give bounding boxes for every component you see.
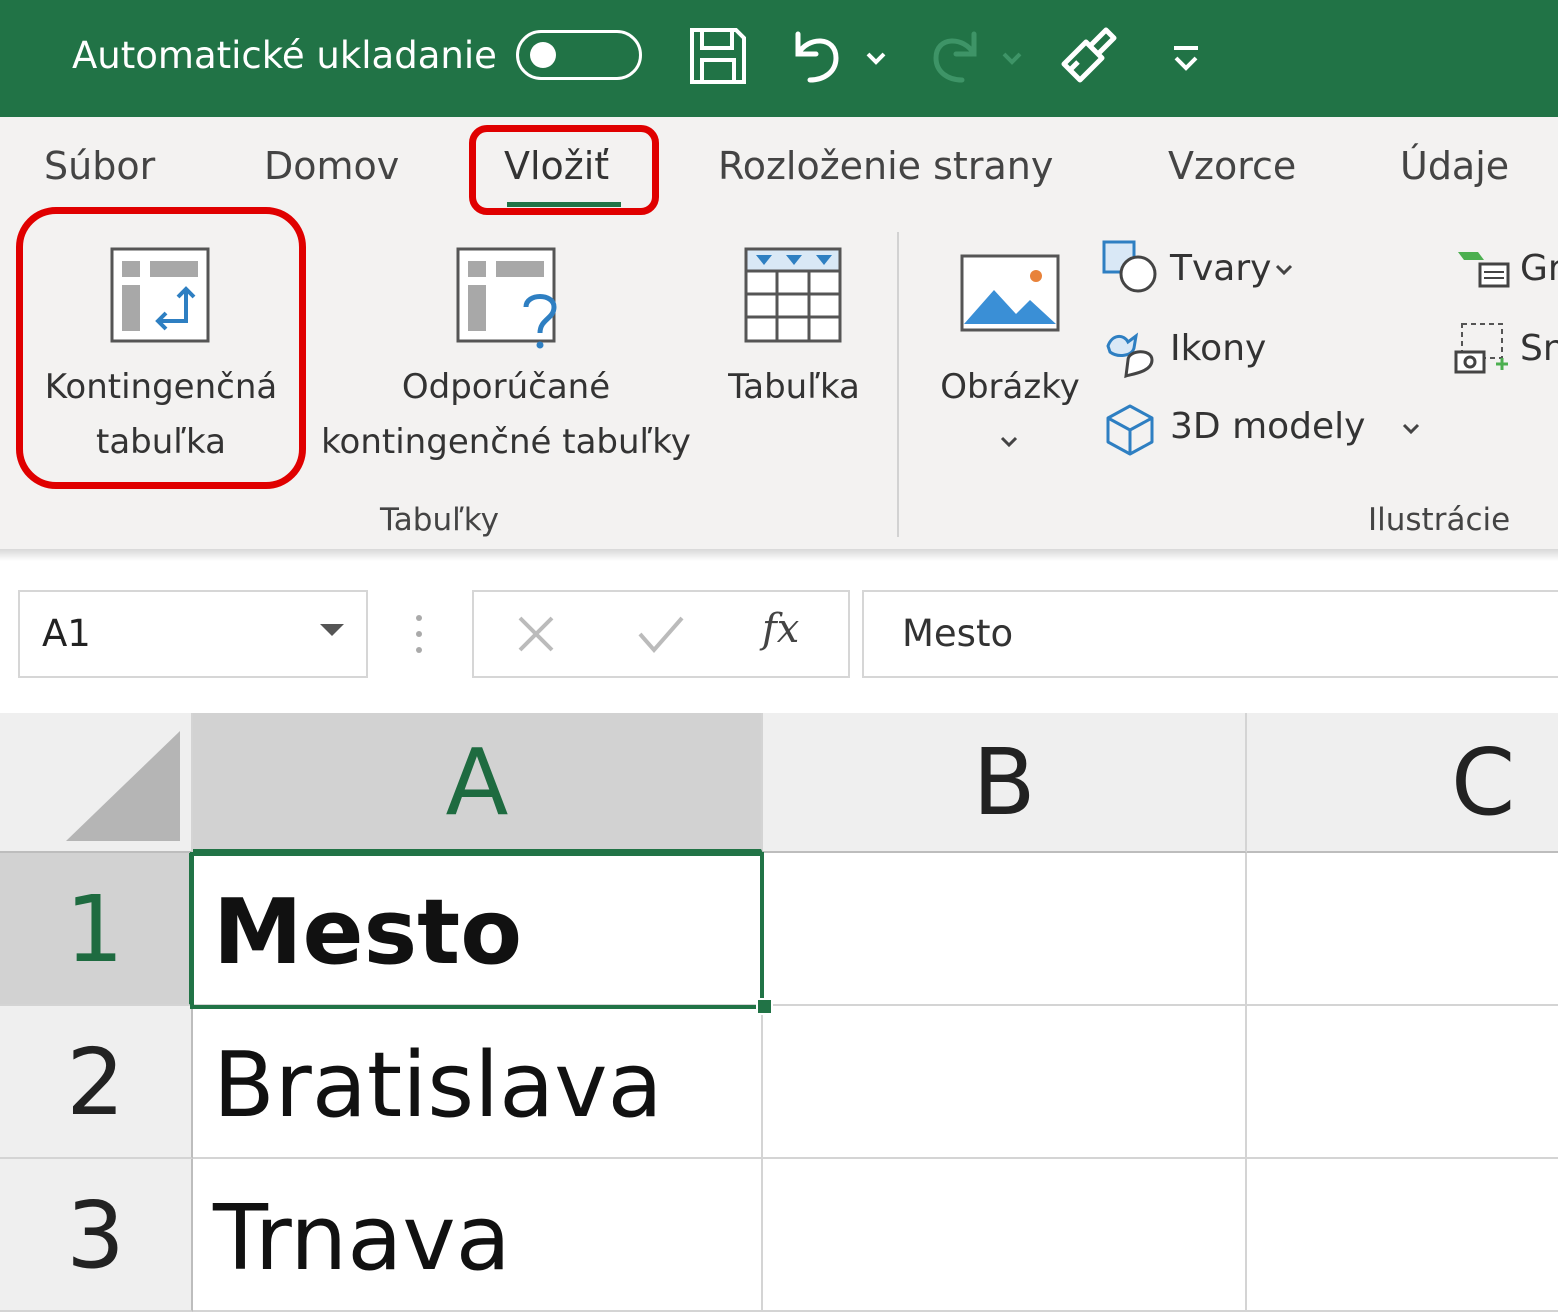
recommended-pivot-label-1: Odporúčané	[401, 367, 611, 407]
cell-a2[interactable]: Bratislava	[193, 1006, 763, 1159]
cell-a3[interactable]: Trnava	[193, 1159, 763, 1312]
undo-dropdown-icon[interactable]	[862, 44, 890, 72]
autosave-toggle[interactable]	[516, 30, 642, 80]
format-painter-icon[interactable]	[1056, 24, 1120, 88]
icons-icon[interactable]	[1102, 320, 1162, 380]
cell-c3[interactable]	[1247, 1159, 1558, 1312]
cell-b3[interactable]	[763, 1159, 1247, 1312]
save-icon[interactable]	[686, 24, 750, 88]
screenshot-icon[interactable]	[1454, 320, 1510, 376]
tab-data[interactable]: Údaje	[1400, 144, 1509, 188]
shapes-label[interactable]: Tvary	[1170, 248, 1271, 289]
customize-qat-icon[interactable]	[1166, 38, 1206, 78]
splitter-dots-icon[interactable]	[412, 612, 426, 656]
illustrations-group-label: Ilustrácie	[1368, 502, 1511, 538]
screenshot-label[interactable]: Sn	[1520, 328, 1558, 369]
group-separator	[897, 232, 899, 537]
active-cell-border	[190, 852, 764, 1009]
fill-handle[interactable]	[756, 998, 773, 1015]
row-header-3[interactable]: 3	[0, 1159, 193, 1312]
formula-value: Mesto	[902, 612, 1014, 655]
icons-label[interactable]: Ikony	[1170, 328, 1266, 369]
recommended-pivot-icon[interactable]	[456, 247, 566, 351]
smartart-label[interactable]: Gr	[1520, 248, 1558, 289]
select-all-button[interactable]	[0, 713, 193, 853]
toggle-knob	[530, 42, 556, 68]
shapes-icon[interactable]	[1102, 240, 1162, 300]
row-header-2[interactable]: 2	[0, 1006, 193, 1159]
redo-dropdown-icon	[998, 44, 1026, 72]
column-header-a[interactable]: A	[193, 713, 763, 853]
tab-home[interactable]: Domov	[264, 144, 399, 188]
autosave-label: Automatické ukladanie	[72, 34, 497, 77]
tab-formulas[interactable]: Vzorce	[1168, 144, 1296, 188]
tab-page-layout[interactable]: Rozloženie strany	[718, 144, 1053, 188]
tab-file[interactable]: Súbor	[44, 144, 155, 188]
column-header-b[interactable]: B	[763, 713, 1247, 853]
redo-icon	[922, 24, 986, 88]
cell-b1[interactable]	[763, 853, 1247, 1006]
3d-models-icon[interactable]	[1102, 402, 1158, 458]
name-box-value: A1	[42, 612, 91, 655]
3d-models-dropdown-icon[interactable]	[1398, 416, 1424, 442]
enter-check-icon[interactable]	[636, 612, 686, 656]
name-box-dropdown-icon[interactable]	[318, 620, 346, 640]
column-header-c[interactable]: C	[1247, 713, 1558, 853]
pivot-table-highlight-box[interactable]	[16, 207, 306, 489]
table-label: Tabuľka	[728, 367, 860, 407]
tab-highlight-box	[469, 125, 659, 215]
cancel-icon[interactable]	[514, 612, 558, 656]
table-icon[interactable]	[744, 247, 844, 345]
recommended-pivot-label-2: kontingenčné tabuľky	[321, 422, 691, 462]
pictures-dropdown-icon[interactable]	[995, 428, 1023, 456]
cell-b2[interactable]	[763, 1006, 1247, 1159]
ribbon-shadow	[0, 549, 1558, 561]
tables-group-label: Tabuľky	[380, 502, 499, 538]
smartart-icon[interactable]	[1454, 248, 1512, 290]
cell-c1[interactable]	[1247, 853, 1558, 1006]
pictures-icon[interactable]	[960, 254, 1060, 332]
shapes-dropdown-icon[interactable]	[1272, 258, 1296, 282]
cell-c2[interactable]	[1247, 1006, 1558, 1159]
3d-models-label[interactable]: 3D modely	[1170, 406, 1365, 447]
insert-function-icon[interactable]: fx	[762, 606, 799, 652]
row-header-1[interactable]: 1	[0, 853, 193, 1006]
undo-icon[interactable]	[786, 24, 850, 88]
pictures-label: Obrázky	[940, 367, 1080, 407]
